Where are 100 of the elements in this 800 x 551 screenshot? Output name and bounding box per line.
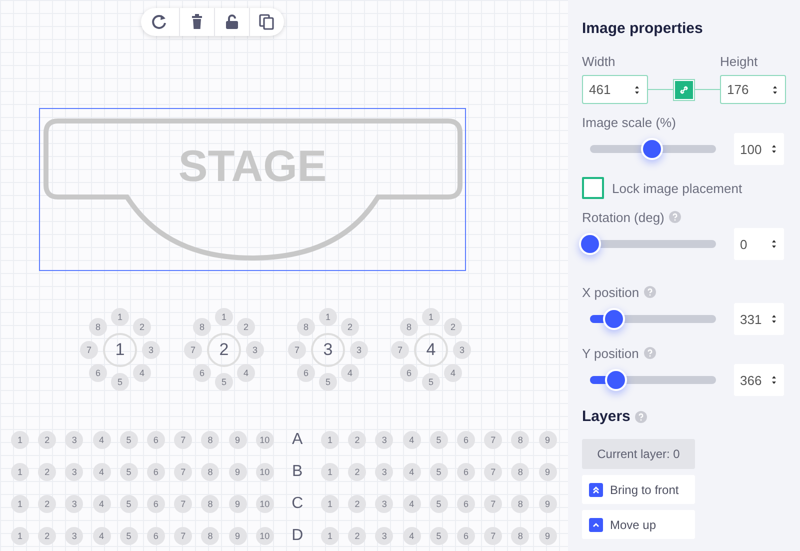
number-input[interactable]: 461	[582, 75, 648, 104]
seat[interactable]: 6	[400, 364, 418, 382]
seat[interactable]: 2	[133, 318, 151, 336]
seat[interactable]: 4	[92, 495, 111, 513]
seat[interactable]: 2	[348, 527, 366, 545]
seat[interactable]: 1	[111, 308, 129, 326]
seat[interactable]: 1	[422, 308, 440, 326]
seat[interactable]: 3	[65, 431, 84, 449]
seat[interactable]: 6	[297, 364, 315, 382]
seat[interactable]: 9	[538, 463, 557, 481]
slider[interactable]	[580, 233, 716, 255]
seat[interactable]: 10	[256, 463, 274, 481]
seat[interactable]: 3	[142, 341, 160, 359]
seat[interactable]: 7	[288, 341, 306, 359]
seat[interactable]: 2	[341, 318, 359, 336]
seat[interactable]: 9	[228, 431, 246, 449]
seat[interactable]: 5	[215, 373, 233, 391]
checkbox[interactable]	[582, 177, 604, 199]
seat[interactable]: 5	[120, 463, 138, 481]
seat[interactable]: 8	[511, 463, 530, 481]
seat[interactable]: 4	[92, 527, 111, 545]
seat[interactable]: 3	[375, 463, 394, 481]
seat[interactable]: 2	[348, 495, 366, 513]
seat[interactable]: 8	[201, 495, 220, 513]
seat[interactable]: 1	[321, 527, 340, 545]
slider-thumb[interactable]	[640, 138, 663, 160]
seat[interactable]: 3	[350, 341, 368, 359]
seat[interactable]: 7	[174, 495, 192, 513]
seat[interactable]: 1	[215, 308, 233, 326]
seat[interactable]: 5	[430, 527, 448, 545]
seat[interactable]: 1	[321, 463, 340, 481]
seat[interactable]: 6	[146, 431, 165, 449]
slider-thumb[interactable]	[602, 308, 625, 330]
seat[interactable]: 10	[256, 527, 274, 545]
seat[interactable]: 9	[538, 431, 557, 449]
seat[interactable]: 1	[11, 527, 29, 545]
seat[interactable]: 6	[89, 364, 107, 382]
seat[interactable]: 9	[228, 495, 246, 513]
seat[interactable]: 7	[174, 431, 192, 449]
seat[interactable]: 4	[133, 364, 151, 382]
seat[interactable]: 9	[538, 495, 557, 513]
seat[interactable]: 5	[319, 373, 337, 391]
seat[interactable]: 2	[38, 495, 56, 513]
seat[interactable]: 4	[402, 431, 421, 449]
seat[interactable]: 8	[297, 318, 315, 336]
seat[interactable]: 8	[201, 463, 220, 481]
seat[interactable]: 5	[430, 495, 448, 513]
seat[interactable]: 3	[65, 495, 84, 513]
seat[interactable]: 2	[38, 431, 56, 449]
seat[interactable]: 2	[444, 318, 462, 336]
seat[interactable]: 3	[375, 431, 394, 449]
seat[interactable]: 6	[457, 527, 475, 545]
seat[interactable]: 7	[484, 527, 502, 545]
seat[interactable]: 1	[321, 495, 340, 513]
seat[interactable]: 3	[375, 527, 394, 545]
number-input[interactable]: 331	[734, 303, 784, 335]
seat[interactable]: 5	[430, 463, 448, 481]
seat[interactable]: 4	[402, 527, 421, 545]
seat[interactable]: 7	[484, 463, 502, 481]
number-input[interactable]: 100	[734, 133, 784, 165]
seat[interactable]: 2	[237, 318, 255, 336]
seat[interactable]: 8	[511, 495, 530, 513]
seat[interactable]: 7	[484, 495, 502, 513]
number-input[interactable]: 366	[734, 364, 784, 396]
seat[interactable]: 8	[193, 318, 211, 336]
seat[interactable]: 4	[402, 463, 421, 481]
seat[interactable]: 4	[92, 431, 111, 449]
seat[interactable]: 5	[120, 431, 138, 449]
seat[interactable]: 7	[391, 341, 409, 359]
seat[interactable]: 7	[184, 341, 202, 359]
seat[interactable]: 9	[228, 463, 246, 481]
seat[interactable]: 1	[11, 463, 29, 481]
seat[interactable]: 2	[38, 527, 56, 545]
seat[interactable]: 7	[80, 341, 98, 359]
seat[interactable]: 4	[444, 364, 462, 382]
seat[interactable]: 2	[38, 463, 56, 481]
seat[interactable]: 7	[174, 463, 192, 481]
slider-thumb[interactable]	[605, 369, 628, 391]
seat[interactable]: 7	[484, 431, 502, 449]
seat[interactable]: 1	[11, 431, 29, 449]
number-input[interactable]: 176	[720, 75, 786, 104]
seat[interactable]: 6	[146, 527, 165, 545]
seat[interactable]: 3	[246, 341, 264, 359]
seat[interactable]: 3	[65, 463, 84, 481]
seat[interactable]: 4	[341, 364, 359, 382]
seat[interactable]: 6	[146, 495, 165, 513]
seat[interactable]: 3	[65, 527, 84, 545]
seat[interactable]: 1	[319, 308, 337, 326]
seat[interactable]: 2	[348, 463, 366, 481]
seat[interactable]: 8	[511, 431, 530, 449]
seat[interactable]: 5	[120, 495, 138, 513]
seat[interactable]: 6	[193, 364, 211, 382]
seat[interactable]: 6	[146, 463, 165, 481]
seat[interactable]: 3	[375, 495, 394, 513]
link-toggle[interactable]	[673, 78, 695, 100]
layer-button[interactable]: Move up	[582, 510, 695, 539]
seat[interactable]: 10	[256, 495, 274, 513]
seat[interactable]: 5	[120, 527, 138, 545]
layer-button[interactable]: Bring to front	[582, 475, 695, 504]
seat[interactable]: 5	[111, 373, 129, 391]
